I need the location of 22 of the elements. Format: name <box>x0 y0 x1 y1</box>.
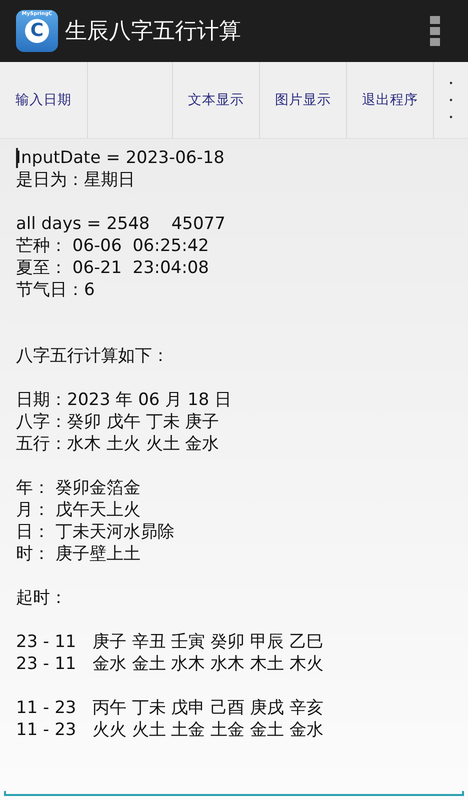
output-line: 月： 戊午天上火 <box>16 499 140 521</box>
output-line: 11 - 23 火火 火土 土金 土金 金土 金水 <box>16 719 324 741</box>
logo-letter: C <box>25 19 49 43</box>
output-line: 五行：水木 土火 火土 金水 <box>16 433 220 455</box>
output-line: 芒种： 06-06 06:25:42 <box>16 235 209 257</box>
output-line: 是日为：星期日 <box>16 169 135 191</box>
output-line: 日期：2023 年 06 月 18 日 <box>16 389 232 411</box>
output-line: 年： 癸卯金箔金 <box>16 477 140 499</box>
output-line: 起时： <box>16 587 67 609</box>
output-line: 八字：癸卯 戊午 丁未 庚子 <box>16 411 220 433</box>
output-line: 日： 丁未天河水昴除 <box>16 521 174 543</box>
menu-icon[interactable] <box>430 16 440 46</box>
output-line: 23 - 11 庚子 辛丑 壬寅 癸卯 甲辰 乙巳 <box>16 631 324 653</box>
output-line: 节气日：6 <box>16 279 95 301</box>
app-title: 生辰八字五行计算 <box>65 18 242 46</box>
output-text-area[interactable] <box>0 139 468 800</box>
output-line: 11 - 23 丙午 丁未 戊申 己酉 庚戌 辛亥 <box>16 697 324 719</box>
output-line: 八字五行计算如下： <box>16 345 169 367</box>
output-line: 时： 庚子壁上土 <box>16 543 140 565</box>
output-line: all days = 2548 45077 <box>16 213 226 235</box>
output-line: 夏至： 06-21 23:04:08 <box>16 257 209 279</box>
output-line: 23 - 11 金水 金土 水木 水木 木土 木火 <box>16 653 324 675</box>
